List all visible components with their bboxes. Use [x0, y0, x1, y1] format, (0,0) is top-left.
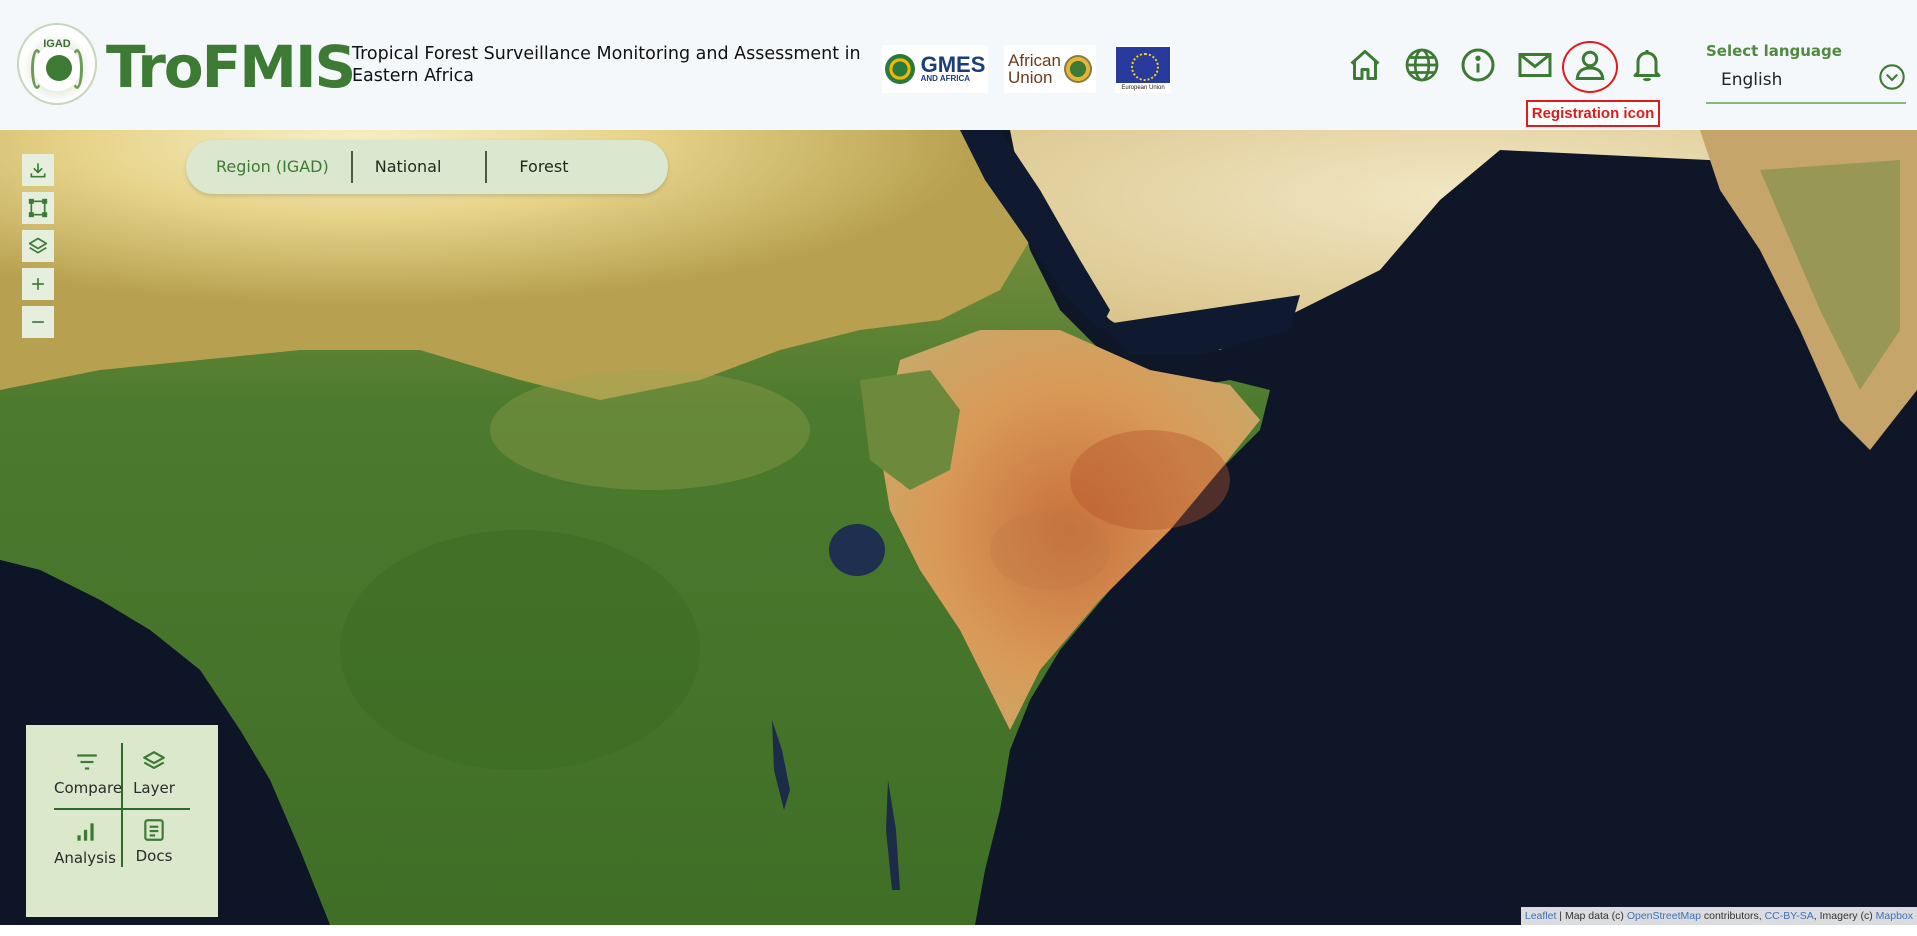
gmes-text: GMES: [920, 51, 986, 77]
language-select[interactable]: English: [1706, 62, 1906, 104]
map-toolbar: [22, 154, 54, 344]
license-link[interactable]: CC-BY-SA: [1765, 910, 1814, 922]
chevron-down-icon: [1879, 64, 1905, 90]
openstreetmap-link[interactable]: OpenStreetMap: [1627, 910, 1701, 922]
igad-logo[interactable]: IGAD: [17, 23, 97, 105]
leaflet-link[interactable]: Leaflet: [1525, 910, 1557, 922]
language-value: English: [1721, 70, 1783, 90]
mapbox-link[interactable]: Mapbox: [1876, 910, 1913, 922]
layers-button[interactable]: [22, 230, 54, 262]
home-icon[interactable]: [1346, 46, 1384, 84]
attribution-text-2: contributors,: [1700, 910, 1765, 922]
docs-button[interactable]: Docs: [126, 817, 182, 865]
compare-label: Compare: [54, 779, 123, 797]
info-icon[interactable]: [1459, 46, 1497, 84]
au-line2: Union: [1008, 68, 1053, 87]
scope-tabs: Region (IGAD) National Forest: [186, 140, 668, 194]
zoom-out-button[interactable]: [22, 306, 54, 338]
docs-label: Docs: [135, 847, 173, 865]
layers-icon: [143, 751, 165, 770]
layers-icon: [28, 237, 48, 254]
panel-divider-horizontal: [54, 808, 190, 810]
gmes-africa-logo: GMES AND AFRICA: [882, 45, 988, 93]
app-header: IGAD TroFMIS Tropical Forest Surveillanc…: [0, 0, 1917, 130]
brand-tagline: Tropical Forest Surveillance Monitoring …: [352, 44, 861, 86]
zoom-in-button[interactable]: [22, 268, 54, 300]
download-icon: [30, 163, 46, 178]
compare-button[interactable]: Compare: [54, 749, 123, 797]
page-bottom-strip: [0, 925, 1917, 936]
draw-rectangle-button[interactable]: [22, 192, 54, 224]
attribution-text-3: , Imagery (c): [1813, 910, 1876, 922]
bell-icon[interactable]: [1628, 46, 1666, 84]
mail-icon[interactable]: [1516, 46, 1554, 84]
brand-title: TroFMIS: [106, 33, 356, 101]
zoom-out-icon: [32, 321, 44, 323]
zoom-in-icon: [32, 278, 44, 290]
draw-rectangle-icon: [28, 198, 48, 218]
panel-divider-vertical: [121, 743, 123, 867]
bar-chart-icon: [77, 823, 94, 841]
layer-button[interactable]: Layer: [126, 749, 182, 797]
globe-icon[interactable]: [1403, 46, 1441, 84]
attribution-text-1: | Map data (c): [1556, 910, 1627, 922]
download-button[interactable]: [22, 154, 54, 186]
wreath-right: [71, 49, 83, 89]
globe-emblem: [46, 55, 72, 81]
analysis-panel: Compare Layer Analysis Docs: [26, 725, 218, 917]
registration-annotation-label: Registration icon: [1526, 100, 1660, 127]
eu-flag: [1116, 47, 1170, 83]
european-union-logo: European Union: [1115, 45, 1171, 93]
map-canvas[interactable]: Region (IGAD) National Forest Compare La…: [0, 130, 1917, 925]
igad-logo-text: IGAD: [43, 38, 71, 50]
language-label: Select language: [1706, 42, 1842, 60]
analysis-label: Analysis: [54, 849, 116, 867]
eu-label: European Union: [1121, 85, 1165, 91]
tab-forest[interactable]: Forest: [487, 151, 600, 183]
analysis-button[interactable]: Analysis: [50, 819, 120, 867]
layer-label: Layer: [133, 779, 175, 797]
map-attribution: Leaflet | Map data (c) OpenStreetMap con…: [1520, 907, 1917, 925]
satellite-imagery: [0, 130, 1917, 925]
tab-region-igad[interactable]: Region (IGAD): [216, 151, 351, 183]
document-icon: [144, 819, 164, 841]
au-emblem: [1063, 55, 1092, 83]
tab-national[interactable]: National: [353, 151, 486, 183]
wreath-left: [31, 49, 43, 89]
gmes-emblem: [884, 54, 915, 84]
registration-highlight-circle: [1562, 41, 1618, 93]
filter-icon: [77, 754, 97, 770]
african-union-logo: African Union: [1004, 45, 1096, 93]
